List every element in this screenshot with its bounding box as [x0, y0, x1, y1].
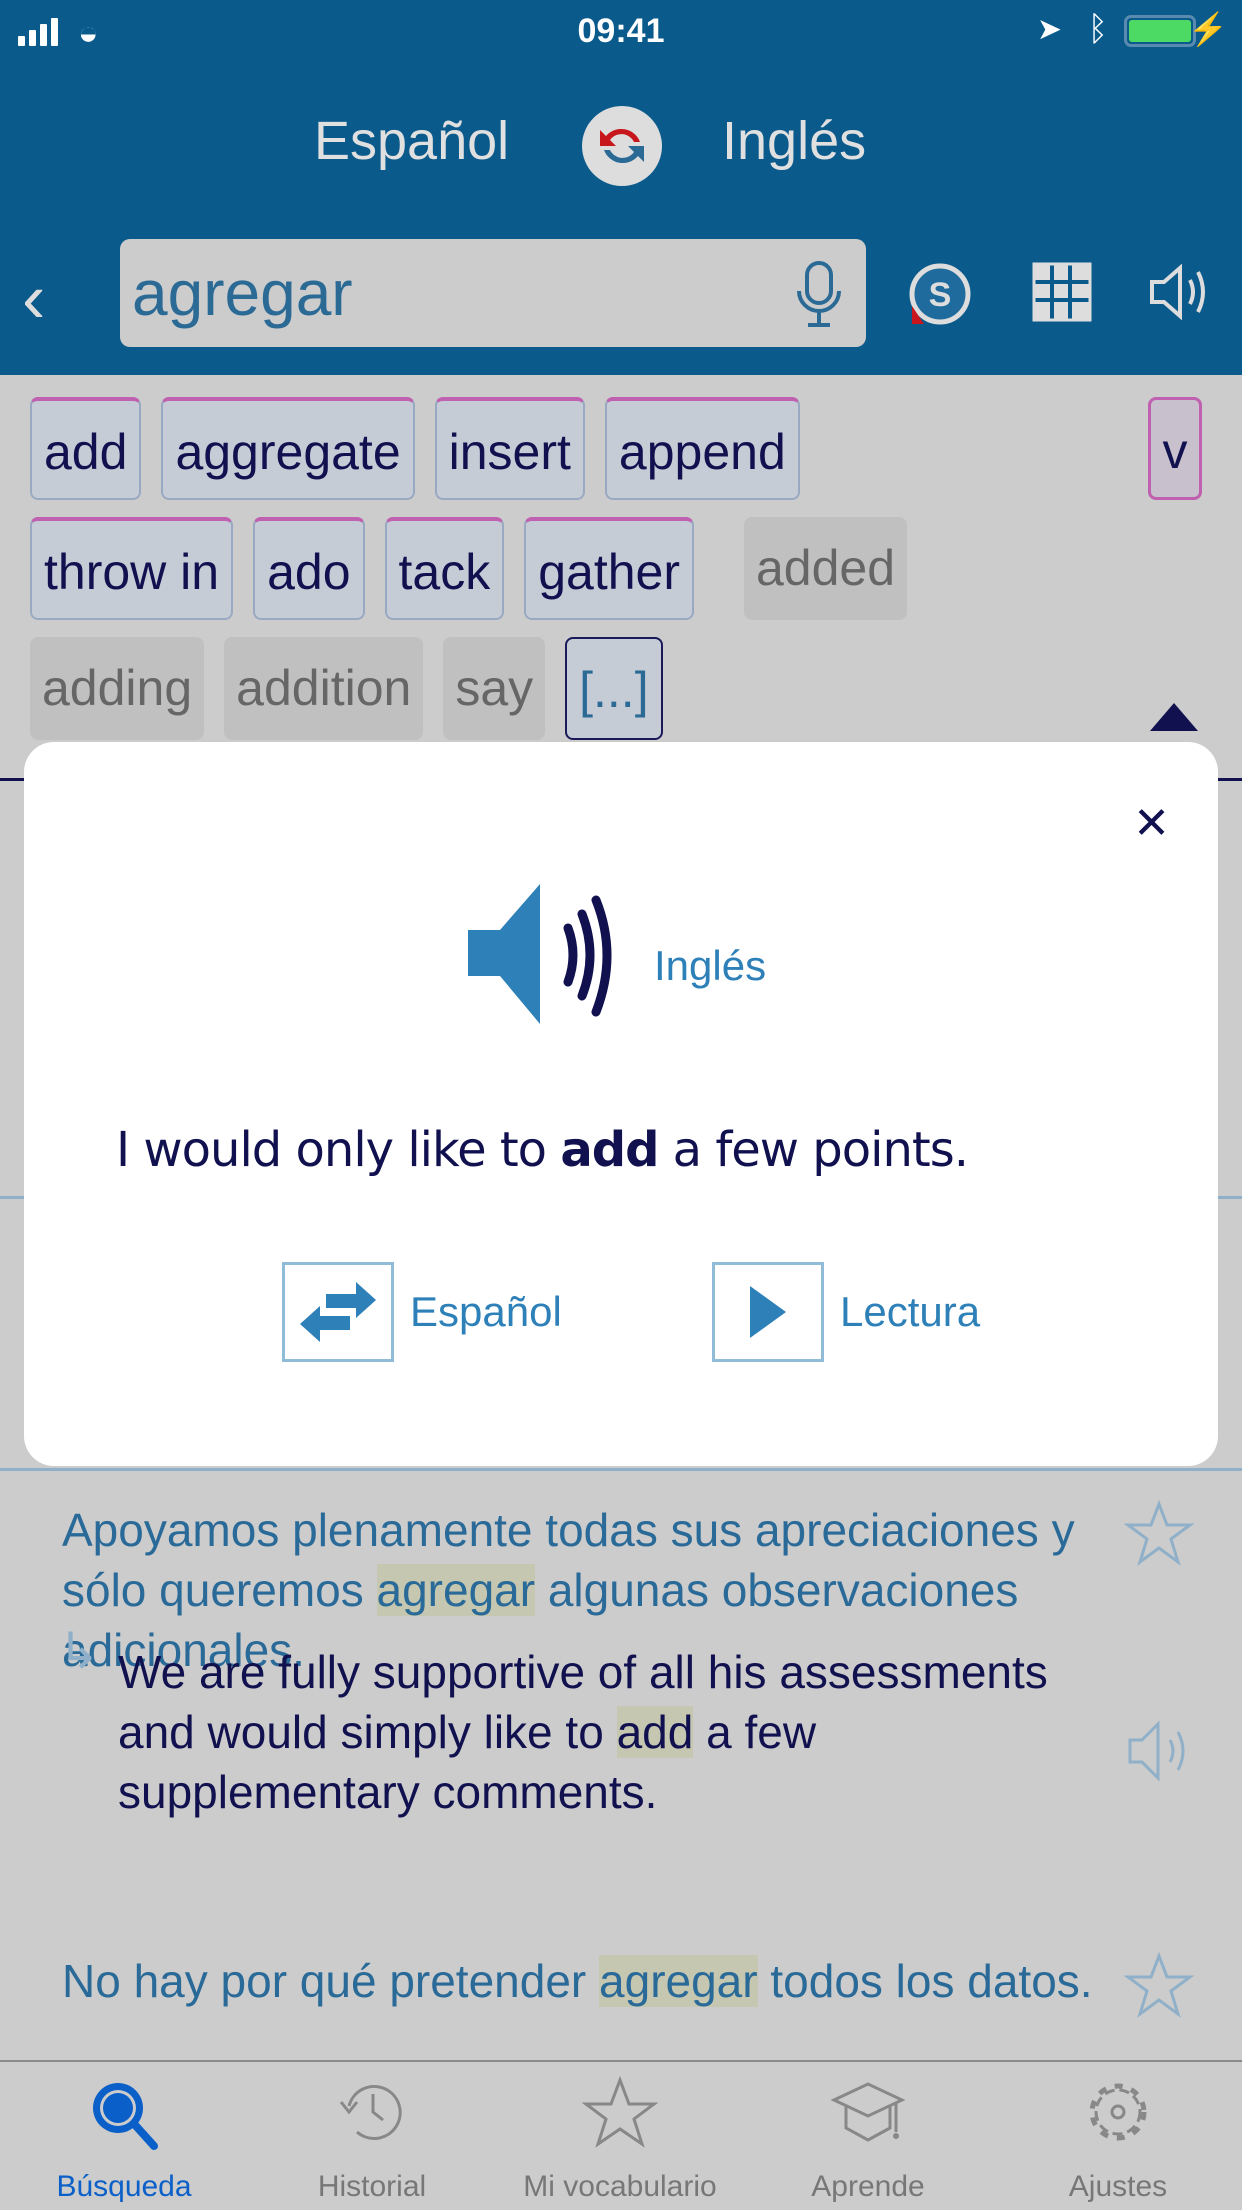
swap-icon: [600, 128, 644, 164]
divider: [0, 1468, 1242, 1471]
source-sentence: No hay por qué pretender agregar todos l…: [62, 1955, 1093, 2007]
chip-append[interactable]: append: [604, 397, 800, 500]
translation-arrow-icon: ↳: [58, 1623, 100, 1679]
chip-addition[interactable]: addition: [224, 637, 424, 740]
header: ◒ 09:41 ➤ ᛒ ⚡ Español Inglés ‹ S: [0, 0, 1242, 375]
back-button[interactable]: ‹: [22, 258, 45, 338]
read-button[interactable]: Lectura: [712, 1262, 980, 1362]
battery-icon: [1124, 15, 1196, 47]
result-item[interactable]: No hay por qué pretender agregar todos l…: [0, 1790, 1242, 2060]
part-of-speech-chip[interactable]: v: [1148, 397, 1202, 500]
star-icon[interactable]: [1124, 1500, 1194, 1566]
tab-label: Ajustes: [1068, 2170, 1168, 2203]
swap-arrows-icon: [300, 1282, 376, 1342]
tab-label: Búsqueda: [56, 2170, 192, 2203]
play-icon: [750, 1286, 786, 1338]
target-language[interactable]: Inglés: [722, 110, 866, 172]
more-chips-button[interactable]: [...]: [565, 637, 663, 740]
swap-languages-button[interactable]: [582, 106, 662, 186]
history-icon: [339, 2084, 402, 2140]
bluetooth-icon: ᛒ: [1087, 10, 1108, 48]
tab-aprende[interactable]: Aprende: [744, 2062, 992, 2210]
translation-chips: add aggregate insert append v throw in a…: [0, 375, 1242, 780]
chip-gather[interactable]: gather: [524, 517, 694, 620]
search-input[interactable]: [132, 253, 772, 333]
s-logo-icon[interactable]: S: [908, 262, 972, 326]
search-icon: [93, 2083, 158, 2150]
chip-add[interactable]: add: [30, 397, 142, 500]
graduation-cap-icon: [830, 2082, 906, 2142]
translate-button[interactable]: Español: [282, 1262, 562, 1362]
speaker-icon[interactable]: [1148, 262, 1212, 322]
chip-tack[interactable]: tack: [384, 517, 505, 620]
charging-icon: ⚡: [1188, 11, 1228, 47]
gear-icon: [1089, 2083, 1147, 2141]
chip-ado[interactable]: ado: [253, 517, 365, 620]
chip-aggregate[interactable]: aggregate: [161, 397, 415, 500]
speaker-icon[interactable]: [1124, 1718, 1194, 1784]
tab-busqueda[interactable]: Búsqueda: [0, 2062, 248, 2210]
search-field: [120, 239, 866, 347]
chip-added[interactable]: added: [744, 517, 908, 620]
speaker-icon[interactable]: [468, 880, 648, 1030]
chip-throw-in[interactable]: throw in: [30, 517, 234, 620]
tab-label: Historial: [317, 2170, 427, 2203]
language-selector: Español Inglés: [0, 100, 1242, 195]
example-sentence: I would only like to add a few points.: [116, 1122, 969, 1178]
tab-mi-vocabulario[interactable]: Mi vocabulario: [496, 2062, 744, 2210]
audio-popup: ✕ Inglés I would only like to add a few …: [24, 742, 1218, 1466]
svg-text:S: S: [929, 276, 952, 314]
source-language[interactable]: Español: [314, 110, 509, 172]
tab-ajustes[interactable]: Ajustes: [994, 2062, 1242, 2210]
microphone-icon[interactable]: [794, 261, 844, 329]
status-bar: ◒ 09:41 ➤ ᛒ ⚡: [0, 0, 1242, 70]
tab-label: Mi vocabulario: [523, 2170, 717, 2203]
collapse-triangle-icon[interactable]: [1150, 703, 1198, 731]
chip-insert[interactable]: insert: [434, 397, 585, 500]
tab-bar: Búsqueda Historial Mi vocabulario Aprend…: [0, 2060, 1242, 2208]
star-icon[interactable]: [1124, 1952, 1194, 2018]
chip-adding[interactable]: adding: [30, 637, 205, 740]
tab-historial[interactable]: Historial: [248, 2062, 496, 2210]
close-button[interactable]: ✕: [1133, 798, 1170, 849]
star-icon: [582, 2076, 658, 2148]
tab-label: Aprende: [811, 2170, 925, 2203]
chip-say[interactable]: say: [443, 637, 546, 740]
location-icon: ➤: [1036, 13, 1062, 46]
grid-icon[interactable]: [1032, 262, 1092, 322]
popup-language: Inglés: [654, 942, 767, 989]
